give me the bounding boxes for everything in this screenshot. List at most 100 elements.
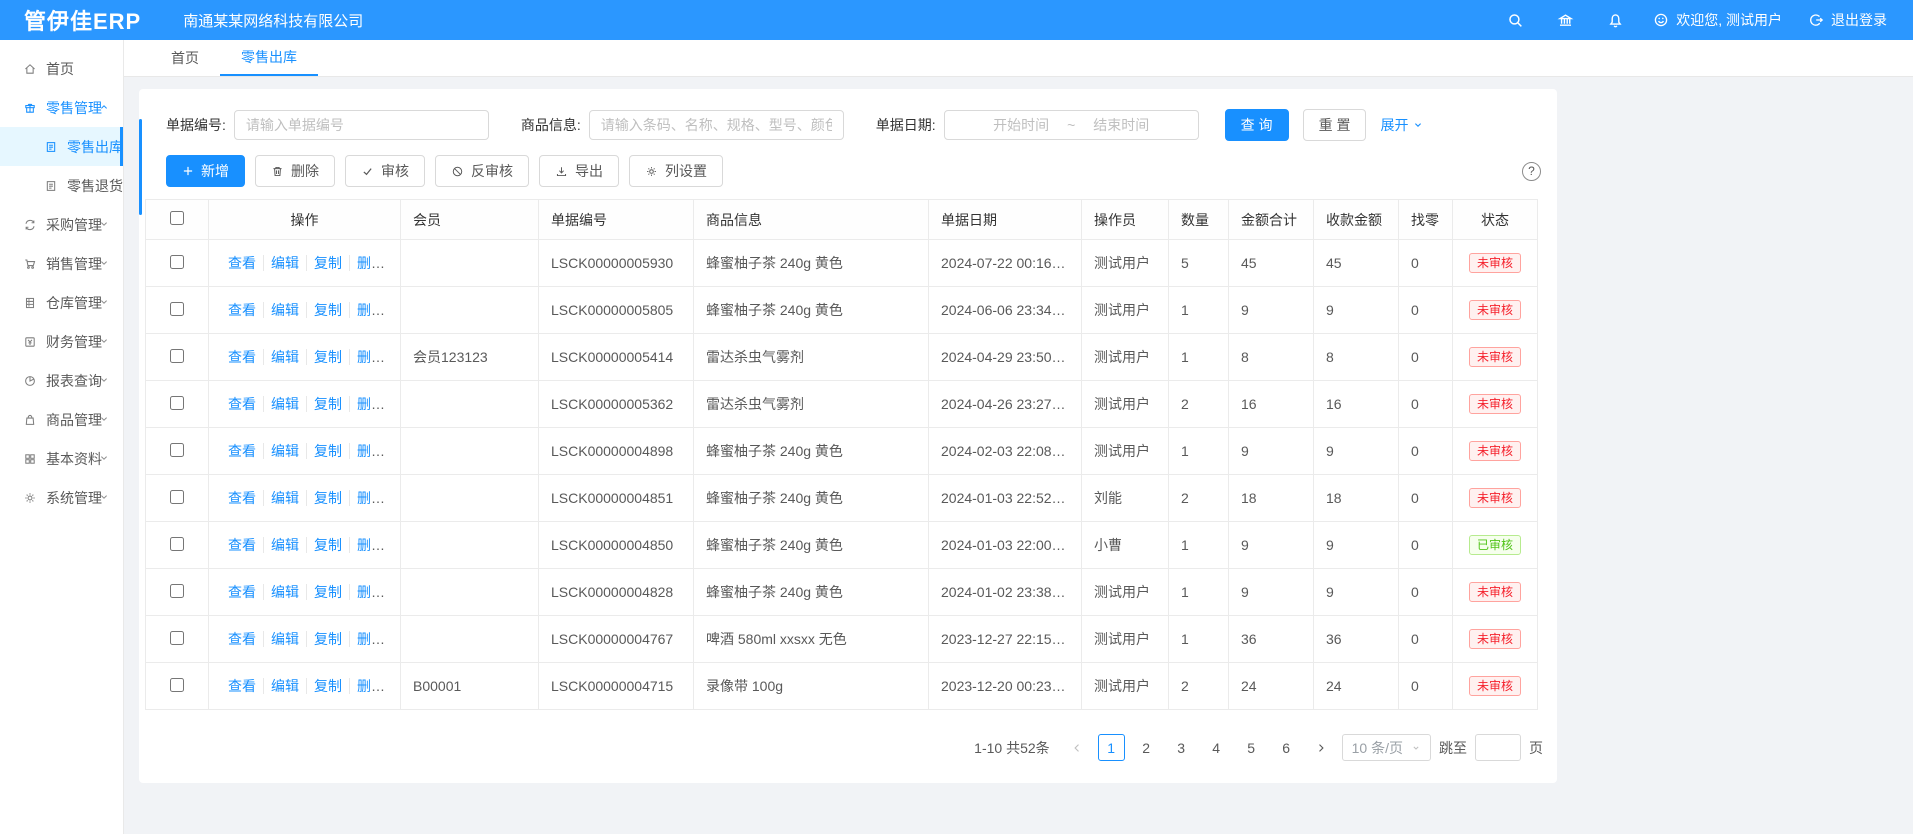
edit-link[interactable]: 编辑 xyxy=(263,678,306,694)
page-number-3[interactable]: 3 xyxy=(1168,734,1195,761)
row-checkbox[interactable] xyxy=(170,490,184,504)
copy-link[interactable]: 复制 xyxy=(306,631,349,647)
view-link[interactable]: 查看 xyxy=(221,396,263,412)
export-button[interactable]: 导出 xyxy=(539,155,619,187)
copy-link[interactable]: 复制 xyxy=(306,349,349,365)
sidebar-item-finance-mgmt[interactable]: 财务管理 xyxy=(0,322,123,361)
page-number-1[interactable]: 1 xyxy=(1098,734,1125,761)
sidebar-item-system-mgmt[interactable]: 系统管理 xyxy=(0,478,123,517)
delete-link[interactable]: 删除 xyxy=(349,396,392,412)
view-link[interactable]: 查看 xyxy=(221,490,263,506)
view-link[interactable]: 查看 xyxy=(221,678,263,694)
delete-button[interactable]: 删除 xyxy=(255,155,335,187)
next-page-icon[interactable] xyxy=(1308,735,1334,761)
bell-icon[interactable] xyxy=(1603,8,1627,32)
sidebar-item-base-data[interactable]: 基本资料 xyxy=(0,439,123,478)
date-range-input[interactable]: 开始时间 ~ 结束时间 xyxy=(944,110,1199,140)
bill-no-input[interactable] xyxy=(234,110,489,140)
sidebar-item-purchase-mgmt[interactable]: 采购管理 xyxy=(0,205,123,244)
delete-link[interactable]: 删除 xyxy=(349,443,392,459)
sidebar-item-home[interactable]: 首页 xyxy=(0,49,123,88)
caret-down-icon xyxy=(98,257,110,269)
tab-retail-outbound[interactable]: 零售出库 xyxy=(220,40,318,76)
sidebar-item-retail-mgmt[interactable]: 零售管理 xyxy=(0,88,123,127)
delete-link[interactable]: 删除 xyxy=(349,255,392,271)
sidebar-item-goods-mgmt[interactable]: 商品管理 xyxy=(0,400,123,439)
delete-link[interactable]: 删除 xyxy=(349,349,392,365)
sidebar-item-warehouse-mgmt[interactable]: 仓库管理 xyxy=(0,283,123,322)
edit-link[interactable]: 编辑 xyxy=(263,584,306,600)
view-link[interactable]: 查看 xyxy=(221,631,263,647)
sidebar-item-retail-return[interactable]: 零售退货 xyxy=(0,166,123,205)
row-checkbox[interactable] xyxy=(170,255,184,269)
copy-link[interactable]: 复制 xyxy=(306,443,349,459)
bill-no-label: 单据编号: xyxy=(166,115,226,135)
edit-link[interactable]: 编辑 xyxy=(263,443,306,459)
view-link[interactable]: 查看 xyxy=(221,537,263,553)
sidebar-item-retail-outbound[interactable]: 零售出库 xyxy=(0,127,123,166)
select-all-checkbox[interactable] xyxy=(170,211,184,225)
reset-button[interactable]: 重 置 xyxy=(1303,109,1367,141)
bill-date-label: 单据日期: xyxy=(876,115,936,135)
jump-to-input[interactable] xyxy=(1475,734,1521,761)
page-number-2[interactable]: 2 xyxy=(1133,734,1160,761)
view-link[interactable]: 查看 xyxy=(221,255,263,271)
view-link[interactable]: 查看 xyxy=(221,302,263,318)
scrollbar-thumb[interactable] xyxy=(139,119,142,215)
copy-link[interactable]: 复制 xyxy=(306,584,349,600)
welcome-user[interactable]: 欢迎您, 测试用户 xyxy=(1653,10,1782,30)
sidebar-item-report-query[interactable]: 报表查询 xyxy=(0,361,123,400)
search-button[interactable]: 查 询 xyxy=(1225,109,1289,141)
edit-link[interactable]: 编辑 xyxy=(263,490,306,506)
view-link[interactable]: 查看 xyxy=(221,349,263,365)
delete-link[interactable]: 删除 xyxy=(349,584,392,600)
row-checkbox[interactable] xyxy=(170,678,184,692)
delete-link[interactable]: 删除 xyxy=(349,631,392,647)
expand-link[interactable]: 展开 xyxy=(1380,115,1424,135)
row-checkbox[interactable] xyxy=(170,349,184,363)
row-checkbox[interactable] xyxy=(170,584,184,598)
copy-link[interactable]: 复制 xyxy=(306,490,349,506)
row-checkbox[interactable] xyxy=(170,443,184,457)
row-checkbox[interactable] xyxy=(170,396,184,410)
column-settings-button[interactable]: 列设置 xyxy=(629,155,723,187)
copy-link[interactable]: 复制 xyxy=(306,396,349,412)
page-size-select[interactable]: 10 条/页 xyxy=(1342,734,1431,761)
search-icon[interactable] xyxy=(1503,8,1527,32)
page-number-5[interactable]: 5 xyxy=(1238,734,1265,761)
cell-received: 45 xyxy=(1314,240,1399,287)
copy-link[interactable]: 复制 xyxy=(306,302,349,318)
product-info-input[interactable] xyxy=(589,110,844,140)
view-link[interactable]: 查看 xyxy=(221,584,263,600)
row-checkbox[interactable] xyxy=(170,631,184,645)
sidebar-item-sales-mgmt[interactable]: 销售管理 xyxy=(0,244,123,283)
edit-link[interactable]: 编辑 xyxy=(263,349,306,365)
page-number-6[interactable]: 6 xyxy=(1273,734,1300,761)
copy-link[interactable]: 复制 xyxy=(306,255,349,271)
edit-link[interactable]: 编辑 xyxy=(263,537,306,553)
edit-link[interactable]: 编辑 xyxy=(263,255,306,271)
help-icon[interactable]: ? xyxy=(1522,162,1541,181)
delete-link[interactable]: 删除 xyxy=(349,537,392,553)
delete-link[interactable]: 删除 xyxy=(349,302,392,318)
view-link[interactable]: 查看 xyxy=(221,443,263,459)
edit-link[interactable]: 编辑 xyxy=(263,631,306,647)
tab-home[interactable]: 首页 xyxy=(150,40,220,76)
bank-icon[interactable] xyxy=(1553,8,1577,32)
page-number-4[interactable]: 4 xyxy=(1203,734,1230,761)
unaudit-button[interactable]: 反审核 xyxy=(435,155,529,187)
copy-link[interactable]: 复制 xyxy=(306,537,349,553)
delete-link[interactable]: 删除 xyxy=(349,490,392,506)
logout-button[interactable]: 退出登录 xyxy=(1808,10,1887,30)
delete-link[interactable]: 删除 xyxy=(349,678,392,694)
cell-total: 8 xyxy=(1229,334,1314,381)
edit-link[interactable]: 编辑 xyxy=(263,302,306,318)
add-button[interactable]: 新增 xyxy=(166,155,245,187)
copy-link[interactable]: 复制 xyxy=(306,678,349,694)
cell-total: 45 xyxy=(1229,240,1314,287)
row-checkbox[interactable] xyxy=(170,302,184,316)
row-checkbox[interactable] xyxy=(170,537,184,551)
edit-link[interactable]: 编辑 xyxy=(263,396,306,412)
audit-button[interactable]: 审核 xyxy=(345,155,425,187)
prev-page-icon[interactable] xyxy=(1064,735,1090,761)
